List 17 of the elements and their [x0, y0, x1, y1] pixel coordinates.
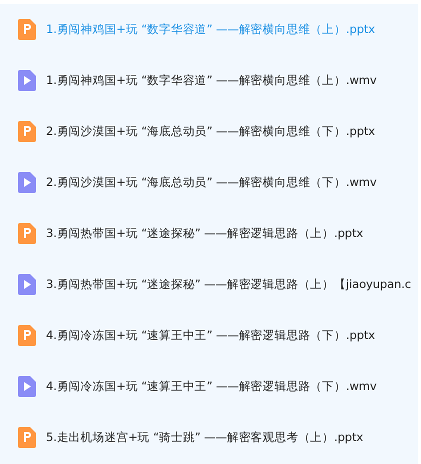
file-name[interactable]: 5.走出机场迷宫+玩 “骑士跳” ——解密客观思考（上）.pptx [46, 430, 364, 445]
presentation-file-icon [18, 223, 36, 244]
presentation-file-icon [18, 19, 36, 40]
file-name[interactable]: 2.勇闯沙漠国+玩 “海底总动员” ——解密横向思维（下）.pptx [46, 124, 376, 139]
file-name[interactable]: 3.勇闯热带国+玩 “迷途探秘” ——解密逻辑思路（上）.pptx [46, 226, 364, 241]
presentation-file-icon [18, 427, 36, 448]
file-name[interactable]: 2.勇闯沙漠国+玩 “海底总动员” ——解密横向思维（下）.wmv [46, 175, 377, 190]
video-file-icon [18, 274, 36, 295]
presentation-file-icon [18, 325, 36, 346]
video-file-icon [18, 376, 36, 397]
presentation-file-icon [18, 121, 36, 142]
file-name[interactable]: 4.勇闯冷冻国+玩 “速算王中王” ——解密逻辑思路（下）.wmv [46, 379, 377, 394]
file-name[interactable]: 3.勇闯热带国+玩 “迷途探秘” ——解密逻辑思路（上）【jiaoyupan.c [46, 277, 412, 292]
video-file-icon [18, 172, 36, 193]
file-name[interactable]: 1.勇闯神鸡国+玩 “数字华容道” ——解密横向思维（上）.wmv [46, 73, 377, 88]
file-name[interactable]: 4.勇闯冷冻国+玩 “速算王中王” ——解密逻辑思路（下）.pptx [46, 328, 376, 343]
video-file-icon [18, 70, 36, 91]
